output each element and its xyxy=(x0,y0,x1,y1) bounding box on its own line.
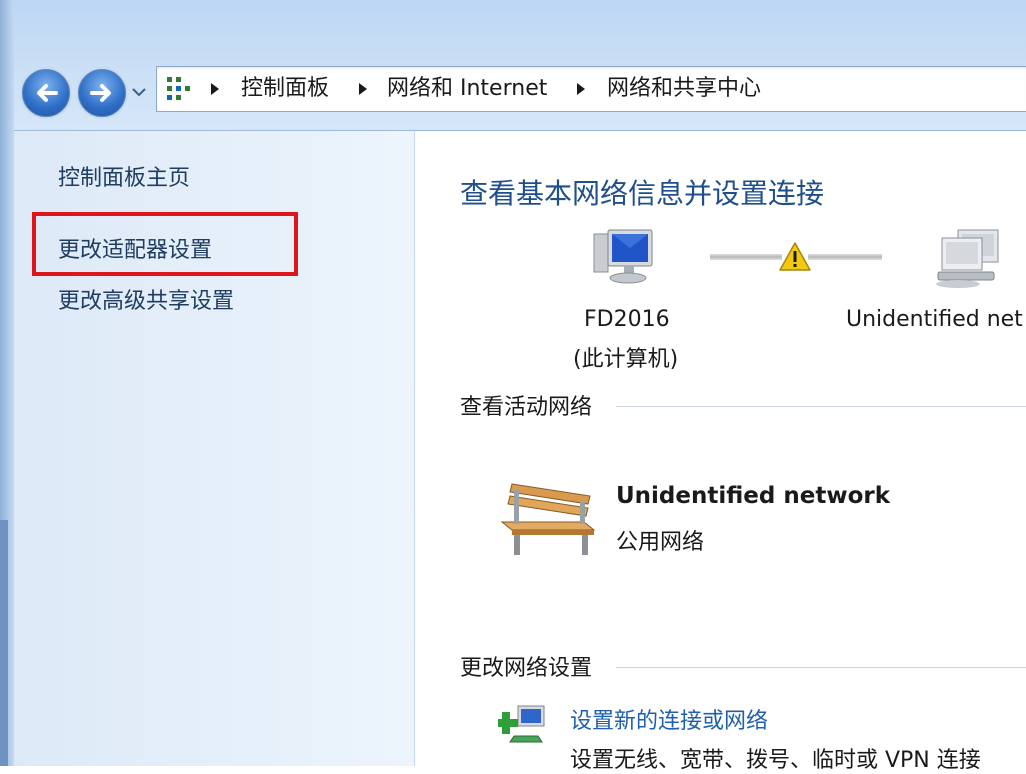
forward-button[interactable] xyxy=(76,67,128,119)
back-button[interactable] xyxy=(20,67,72,119)
highlight-annotation-box xyxy=(32,212,298,276)
warning-icon[interactable] xyxy=(778,241,812,273)
breadcrumb-separator-icon[interactable] xyxy=(359,83,367,95)
bench-icon xyxy=(500,483,596,555)
breadcrumb-network-internet[interactable]: 网络和 Internet xyxy=(387,75,547,103)
computer-name-label: FD2016 xyxy=(584,307,670,332)
network-type-label[interactable]: 公用网络 xyxy=(616,524,704,556)
address-bar[interactable]: 控制面板 网络和 Internet 网络和共享中心 xyxy=(156,66,1026,112)
chevron-down-icon xyxy=(132,88,146,97)
computer-sub-label: (此计算机) xyxy=(573,347,679,372)
section-divider xyxy=(616,406,1026,407)
network-icon[interactable] xyxy=(928,228,1004,290)
change-network-settings-heading: 更改网络设置 xyxy=(460,656,593,681)
section-divider xyxy=(616,667,1026,668)
network-sharing-center-icon xyxy=(167,77,190,100)
breadcrumb-network-sharing-center[interactable]: 网络和共享中心 xyxy=(607,75,761,103)
connection-line xyxy=(808,254,882,260)
page-title: 查看基本网络信息并设置连接 xyxy=(460,177,825,210)
forward-arrow-icon xyxy=(90,84,111,102)
recent-pages-dropdown[interactable] xyxy=(130,84,148,100)
computer-icon[interactable] xyxy=(590,228,656,288)
window-frame-edge xyxy=(0,520,8,766)
setup-new-connection-description: 设置无线、宽带、拨号、临时或 VPN 连接 xyxy=(570,748,981,773)
setup-connection-icon xyxy=(498,705,545,743)
control-panel-home-link[interactable]: 控制面板主页 xyxy=(58,160,190,192)
back-arrow-icon xyxy=(37,84,58,102)
breadcrumb-control-panel[interactable]: 控制面板 xyxy=(241,75,329,103)
breadcrumb-separator-icon[interactable] xyxy=(211,83,219,95)
active-network-name: Unidentified network xyxy=(616,483,891,509)
change-advanced-sharing-link[interactable]: 更改高级共享设置 xyxy=(58,283,234,315)
setup-new-connection-link[interactable]: 设置新的连接或网络 xyxy=(570,703,768,735)
network-map-label: Unidentified net xyxy=(846,307,1023,332)
breadcrumb-separator-icon[interactable] xyxy=(577,83,585,95)
active-networks-heading: 查看活动网络 xyxy=(460,395,593,420)
connection-line xyxy=(710,254,782,260)
